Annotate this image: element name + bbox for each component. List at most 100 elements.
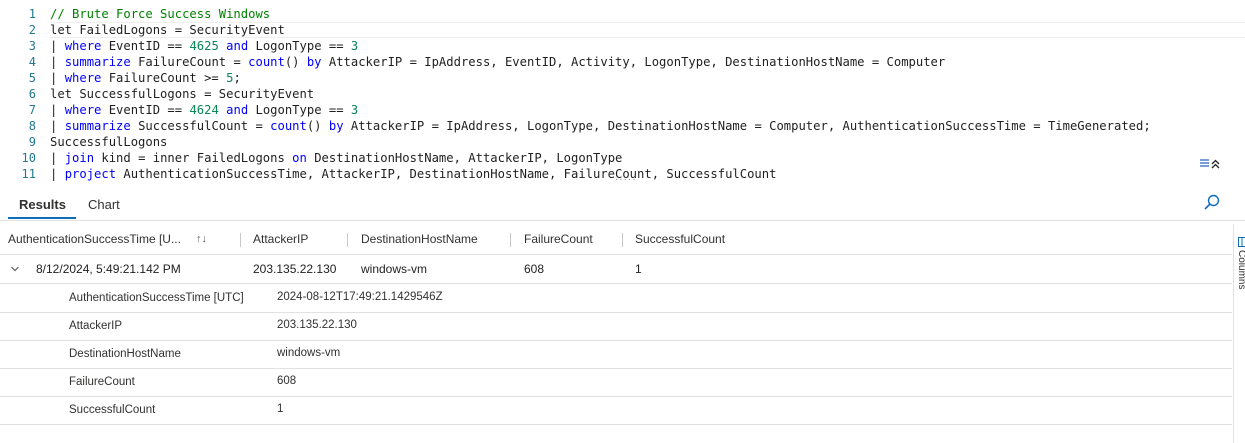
code-line[interactable]: let FailedLogons = SecurityEvent (50, 22, 1245, 38)
code-token: FailureCount >= (101, 71, 227, 85)
code-token: and (226, 103, 249, 117)
code-line[interactable]: let SuccessfulLogons = SecurityEvent (50, 86, 1245, 102)
detail-label: FailureCount (69, 376, 135, 388)
code-line[interactable]: | where EventID == 4625 and LogonType ==… (50, 38, 1245, 54)
code-token: ; (233, 71, 241, 85)
code-line[interactable]: | project AuthenticationSuccessTime, Att… (50, 166, 1245, 181)
results-table-header: AuthenticationSuccessTime [U... ↑↓ Attac… (0, 224, 1232, 255)
code-token: SuccessfulLogons (50, 135, 168, 149)
chevron-down-icon[interactable] (10, 255, 20, 283)
detail-value: 2024-08-12T17:49:21.1429546Z (277, 291, 443, 303)
code-token: join (64, 151, 95, 165)
column-resize-handle[interactable] (347, 233, 348, 247)
code-token: summarize (64, 55, 131, 69)
code-token: () (284, 55, 307, 69)
query-editor[interactable]: 1 2 3 4 5 6 7 8 9 10 11 // Brute Force Success Win… (0, 0, 1245, 181)
code-token: let FailedLogons = SecurityEvent (50, 23, 285, 37)
cell-auth-time: 8/12/2024, 5:49:21.142 PM (36, 262, 181, 276)
code-token: EventID == (101, 103, 190, 117)
table-row[interactable]: 8/12/2024, 5:49:21.142 PM 203.135.22.130… (0, 255, 1232, 284)
detail-label: AuthenticationSuccessTime [UTC] (69, 292, 244, 304)
detail-row[interactable]: SuccessfulCount 1 (0, 396, 1232, 425)
detail-row[interactable]: AuthenticationSuccessTime [UTC] 2024-08-1… (0, 284, 1232, 313)
line-number: 4 (28, 55, 36, 69)
tab-results[interactable]: Results (19, 190, 66, 219)
line-number: 1 (28, 7, 36, 21)
detail-value: 608 (277, 375, 297, 387)
columns-icon[interactable] (1238, 234, 1245, 247)
code-token: LogonType == (248, 103, 351, 117)
code-token: | (50, 39, 65, 53)
code-token: AttackerIP = IpAddress, EventID, Activit… (321, 55, 946, 69)
code-token: FailureCount = (130, 55, 249, 69)
column-header-failure-count[interactable]: FailureCount (524, 224, 593, 254)
code-token: 3 (350, 39, 359, 53)
cell-successful-count: 1 (635, 262, 642, 276)
query-code[interactable]: // Brute Force Success Windows let Failed… (50, 6, 1245, 181)
code-line[interactable]: SuccessfulLogons (50, 134, 1245, 150)
detail-row[interactable]: DestinationHostName windows-vm (0, 340, 1232, 369)
code-token: | (50, 119, 65, 133)
detail-label: AttackerIP (69, 320, 123, 332)
code-token: project (64, 167, 117, 181)
code-line[interactable]: | where FailureCount >= 5; (50, 70, 1245, 86)
code-token: 4625 (189, 39, 219, 53)
columns-label[interactable]: Columns (1236, 250, 1245, 289)
sort-icon[interactable]: ↑↓ (196, 224, 207, 254)
code-token: () (306, 119, 329, 133)
line-number: 7 (28, 103, 36, 117)
column-resize-handle[interactable] (510, 233, 511, 247)
column-header-destination-host[interactable]: DestinationHostName (361, 224, 478, 254)
line-number: 6 (28, 87, 36, 101)
code-token: let SuccessfulLogons = SecurityEvent (50, 87, 315, 101)
code-token: count (248, 55, 285, 69)
column-header-successful-count[interactable]: SuccessfulCount (635, 224, 725, 254)
detail-label: DestinationHostName (69, 348, 181, 360)
code-token: | (50, 167, 65, 181)
line-number: 10 (21, 151, 36, 165)
column-header-auth-time[interactable]: AuthenticationSuccessTime [U... (8, 224, 181, 254)
code-line[interactable]: | summarize FailureCount = count() by At… (50, 54, 1245, 70)
code-token: | (50, 55, 65, 69)
detail-value: windows-vm (277, 347, 341, 359)
cell-failure-count: 608 (524, 262, 545, 276)
code-token: | (50, 71, 65, 85)
detail-value: 1 (277, 403, 284, 415)
line-number: 9 (28, 135, 36, 149)
code-token: AuthenticationSuccessTime, AttackerIP, D… (116, 167, 777, 181)
detail-row[interactable]: AttackerIP 203.135.22.130 (0, 312, 1232, 341)
code-token: by (306, 55, 322, 69)
column-resize-handle[interactable] (622, 233, 623, 247)
code-token: AttackerIP = IpAddress, LogonType, Desti… (343, 119, 1151, 133)
column-header-attacker-ip[interactable]: AttackerIP (253, 224, 308, 254)
search-icon[interactable] (1202, 193, 1222, 213)
code-token: LogonType == (248, 39, 351, 53)
code-token: 3 (350, 103, 359, 117)
code-line[interactable]: | summarize SuccessfulCount = count() by… (50, 118, 1245, 134)
code-token: SuccessfulCount = (130, 119, 271, 133)
detail-label: SuccessfulCount (69, 404, 156, 416)
results-tabbar: Results Chart (0, 190, 1245, 221)
code-token: and (226, 39, 249, 53)
code-token: EventID == (101, 39, 190, 53)
detail-row[interactable]: FailureCount 608 (0, 368, 1232, 397)
code-token: | (50, 103, 65, 117)
code-line[interactable]: | where EventID == 4624 and LogonType ==… (50, 102, 1245, 118)
column-resize-handle[interactable] (240, 233, 241, 247)
code-token: 4624 (189, 103, 219, 117)
collapse-editor-button[interactable] (1199, 157, 1235, 173)
line-number: 3 (28, 39, 36, 53)
code-token: by (328, 119, 344, 133)
code-token: summarize (64, 119, 131, 133)
resize-handle-dots[interactable]: ····· (615, 174, 637, 181)
code-token: where (64, 39, 102, 53)
code-token: // Brute Force Success Windows (50, 7, 271, 21)
code-token: kind = inner FailedLogons (94, 151, 293, 165)
code-line[interactable]: | join kind = inner FailedLogons on Dest… (50, 150, 1245, 166)
detail-value: 203.135.22.130 (277, 319, 357, 331)
line-number-gutter: 1 2 3 4 5 6 7 8 9 10 11 (0, 6, 44, 181)
code-line[interactable]: // Brute Force Success Windows (50, 6, 1245, 22)
line-number: 11 (21, 167, 36, 181)
tab-chart[interactable]: Chart (88, 190, 120, 219)
line-number: 8 (28, 119, 36, 133)
